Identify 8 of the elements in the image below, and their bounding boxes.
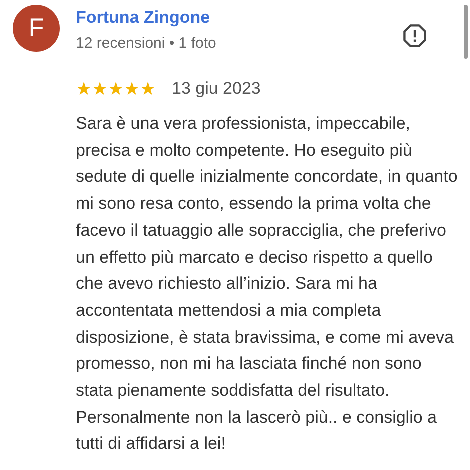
report-icon[interactable]: [402, 23, 428, 49]
review-date: 13 giu 2023: [172, 79, 261, 99]
avatar[interactable]: F: [13, 5, 60, 52]
star-rating: ★★★★★: [76, 80, 156, 98]
scrollbar[interactable]: [464, 5, 468, 59]
author-meta: 12 recensioni • 1 foto: [76, 35, 216, 52]
review-text: Sara è una vera professionista, impeccabile, precisa e molto competente. Ho eseguito più sedute di quelle inizialmente concordate, in quanto mi sono resa conto, essendo la prima volta che facevo il tatuaggio alle sopracciglia, che preferivo un effetto più marcato e deciso rispetto a quello che avevo richiesto all’inizio. Sara mi ha accontentata mettendosi a mia completa disposizione, è stata bravissima, e come mi aveva promesso, non mi ha lasciata finché non sono stata pienamente soddisfatta del risultato. Personalmente non la lascerò più.. e consiglio a tutti di affidarsi a lei!: [76, 113, 458, 456]
author-name[interactable]: Fortuna Zingone: [76, 8, 210, 28]
